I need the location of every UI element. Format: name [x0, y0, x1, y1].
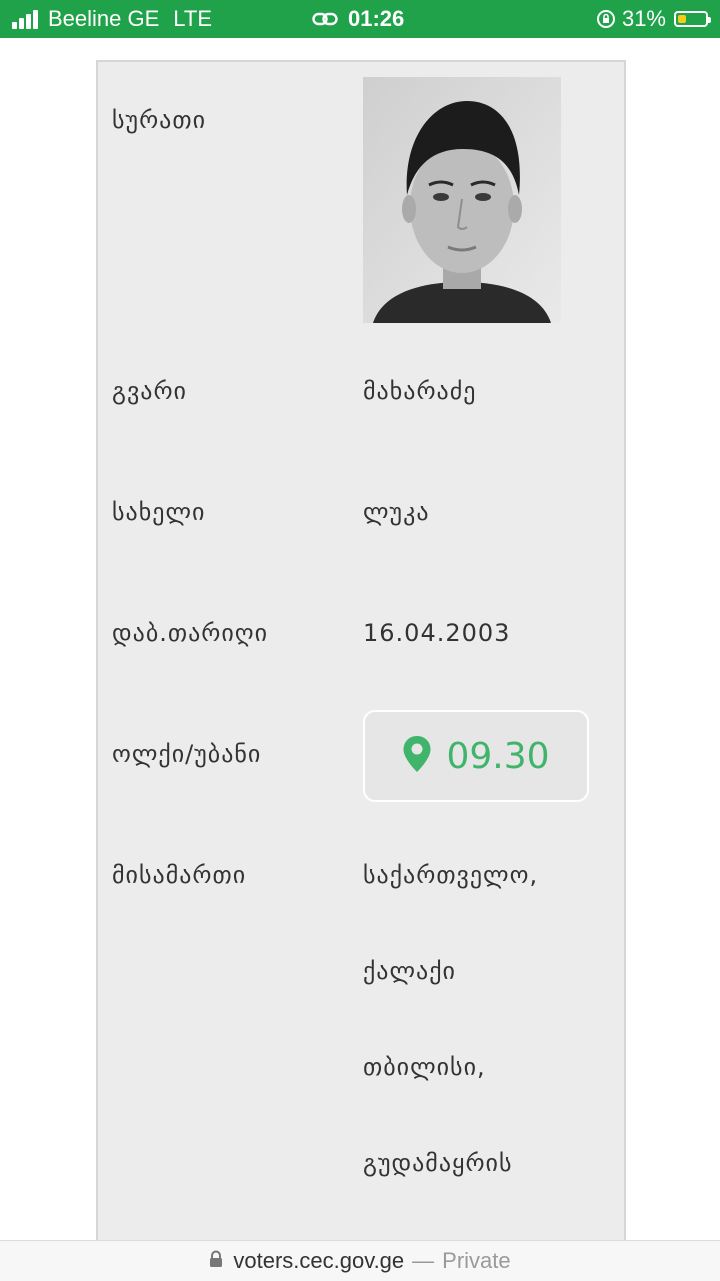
precinct-label: ოლქი/უბანი	[112, 740, 262, 768]
photo-label: სურათი	[112, 106, 207, 134]
link-icon	[312, 11, 338, 27]
lock-icon	[209, 1248, 223, 1274]
address-label: მისამართი	[112, 861, 247, 889]
voter-photo	[363, 77, 561, 323]
map-pin-icon	[402, 735, 432, 777]
address-line-3: თბილისი,	[363, 1053, 486, 1081]
rotation-lock-icon	[596, 9, 616, 29]
status-bar: Beeline GE LTE 01:26 31%	[0, 0, 720, 38]
signal-icon	[12, 9, 40, 29]
address-line-2: ქალაქი	[363, 957, 456, 985]
status-right: 31%	[596, 6, 711, 32]
name-value: ლუკა	[363, 498, 430, 526]
url-bar[interactable]: voters.cec.gov.ge — Private	[0, 1240, 720, 1281]
status-center: 01:26	[312, 6, 404, 32]
dob-label: დაბ.თარიღი	[112, 619, 269, 647]
precinct-number: 09.30	[446, 735, 550, 777]
address-line-4: გუდამაყრის	[363, 1149, 513, 1177]
name-label: სახელი	[112, 498, 206, 526]
clock-time: 01:26	[348, 6, 405, 31]
surname-label: გვარი	[112, 377, 187, 405]
carrier-name: Beeline GE	[48, 6, 160, 31]
dob-value: 16.04.2003	[363, 619, 511, 647]
url-separator: —	[412, 1248, 435, 1273]
precinct-button[interactable]: 09.30	[363, 710, 589, 802]
private-mode-label: Private	[442, 1248, 511, 1273]
voter-info-card: სურათი გვარი მახარაძე სახელი ლუკა დაბ.თა…	[96, 60, 626, 1260]
url-host: voters.cec.gov.ge	[233, 1248, 405, 1273]
battery-icon	[674, 11, 711, 27]
battery-level	[678, 15, 686, 23]
address-line-1: საქართველო,	[363, 861, 539, 889]
status-left: Beeline GE LTE	[12, 6, 212, 32]
surname-value: მახარაძე	[363, 377, 477, 405]
network-type: LTE	[173, 6, 213, 31]
battery-percent: 31%	[621, 6, 666, 31]
